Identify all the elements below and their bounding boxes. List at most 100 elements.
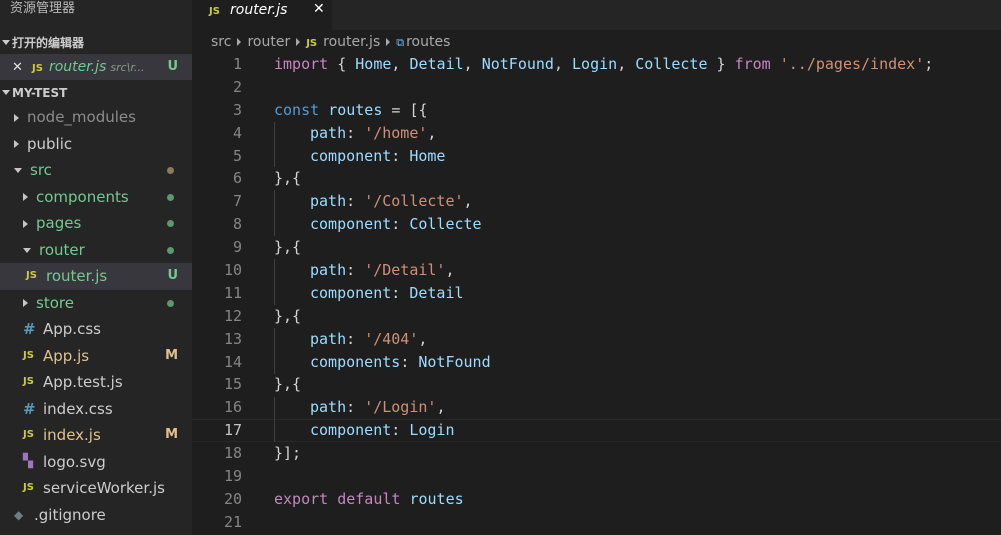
tree-item-app-test-js[interactable]: JS App.test.js — [0, 369, 192, 396]
tree-item-label: index.js — [43, 426, 101, 444]
code-editor[interactable]: 1 import { Home, Detail, NotFound, Login,… — [192, 53, 1001, 535]
project-name: MY-TEST — [12, 86, 68, 100]
code-line[interactable]: 16 path: '/Login', — [192, 396, 1001, 419]
line-number: 15 — [223, 375, 242, 394]
tree-item-label: App.test.js — [43, 373, 123, 391]
code-text: },{ — [274, 167, 301, 190]
code-token: '/Detail' — [364, 261, 446, 280]
tree-item-public[interactable]: public — [0, 131, 192, 158]
code-line[interactable]: 8 component: Collecte — [192, 213, 1001, 236]
tree-item-router-js[interactable]: JS router.js U — [0, 263, 192, 290]
symbol-variable-icon: ⧉ — [396, 36, 405, 49]
tree-item-app-css[interactable]: # App.css — [0, 316, 192, 343]
code-token: : — [391, 215, 410, 234]
code-token: , — [391, 55, 410, 73]
code-token: component — [310, 146, 392, 165]
code-line[interactable]: 7 path: '/Collecte', — [192, 190, 1001, 213]
breadcrumb-file[interactable]: router.js — [323, 34, 380, 50]
code-token: import — [274, 55, 329, 73]
code-text: component: Detail — [274, 282, 464, 305]
tab-close-icon[interactable]: ✕ — [313, 0, 325, 20]
js-file-icon: JS — [23, 429, 34, 441]
tree-item-pages[interactable]: pages — [0, 210, 192, 237]
tree-item-label: src — [30, 161, 52, 179]
code-token: export — [274, 489, 329, 508]
code-line[interactable]: 10 path: '/Detail', — [192, 259, 1001, 282]
code-text: const routes = [{ — [274, 99, 428, 122]
code-line[interactable]: 21 — [192, 511, 1001, 534]
line-number: 7 — [232, 192, 242, 211]
code-token: '/Collecte' — [364, 192, 464, 211]
line-number: 20 — [223, 489, 242, 508]
code-token: , — [463, 192, 473, 211]
code-line[interactable]: 14 components: NotFound — [192, 351, 1001, 374]
line-number: 9 — [232, 238, 242, 257]
tab-router-js[interactable]: JS router.js ✕ — [192, 0, 332, 30]
tree-item-label: logo.svg — [43, 452, 106, 471]
tree-item-logo-svg[interactable]: ▚ logo.svg — [0, 449, 192, 476]
code-token: },{ — [274, 306, 302, 325]
code-line[interactable]: 20 export default routes — [192, 488, 1001, 511]
code-line[interactable]: 2 — [192, 76, 1001, 99]
js-file-icon: JS — [209, 6, 220, 17]
code-token: : — [346, 398, 365, 417]
open-editors-header[interactable]: 打开的编辑器 — [0, 30, 192, 54]
code-token: , — [418, 329, 428, 348]
tree-item-index-js[interactable]: JS index.js M — [0, 422, 192, 449]
code-line[interactable]: 3 const routes = [{ — [192, 99, 1001, 122]
code-token: component — [310, 283, 392, 302]
tree-item-components[interactable]: components — [0, 184, 192, 211]
code-line[interactable]: 4 path: '/home', — [192, 122, 1001, 145]
code-token: },{ — [274, 375, 302, 394]
code-line[interactable]: 12},{ — [192, 305, 1001, 328]
breadcrumb-router[interactable]: router — [247, 34, 290, 50]
code-line[interactable]: 11 component: Detail — [192, 282, 1001, 305]
code-text: components: NotFound — [274, 351, 491, 374]
code-line[interactable]: 5 component: Home — [192, 145, 1001, 168]
indent-guide-line — [274, 121, 275, 168]
code-token: from — [734, 55, 771, 73]
tree-item-index-css[interactable]: # index.css — [0, 396, 192, 423]
code-token: path — [310, 398, 347, 417]
tree-item-gitignore[interactable]: ◆ .gitignore — [0, 502, 192, 529]
code-line[interactable]: 1 import { Home, Detail, NotFound, Login,… — [192, 53, 1001, 76]
chevron-right-icon — [386, 38, 391, 46]
modified-dot-icon — [167, 167, 174, 174]
code-text: component: Collecte — [274, 213, 482, 236]
line-number: 11 — [223, 283, 242, 302]
code-token: { — [328, 55, 356, 73]
js-file-icon: JS — [26, 270, 37, 282]
js-file-icon: JS — [23, 376, 34, 388]
code-text: path: '/Detail', — [274, 259, 455, 282]
code-token: , — [553, 55, 573, 73]
tree-item-app-js[interactable]: JS App.js M — [0, 343, 192, 370]
code-line[interactable]: 9},{ — [192, 236, 1001, 259]
line-number: 4 — [232, 123, 242, 142]
breadcrumb-src[interactable]: src — [211, 34, 231, 50]
css-file-icon: # — [23, 320, 36, 339]
tree-item-src[interactable]: src — [0, 157, 192, 184]
tree-item-label: store — [36, 293, 74, 312]
breadcrumb-symbol[interactable]: routes — [406, 34, 450, 50]
open-editor-item-router-js[interactable]: ✕ JS router.js src\r... U — [0, 54, 192, 80]
tree-item-store[interactable]: store — [0, 290, 192, 317]
indent-guide-line — [274, 327, 275, 374]
close-icon[interactable]: ✕ — [12, 55, 28, 81]
code-line[interactable]: 18}]; — [192, 442, 1001, 465]
code-token: '/Login' — [364, 398, 437, 417]
code-token: Collecte — [409, 215, 482, 234]
tree-item-serviceworker-js[interactable]: JS serviceWorker.js — [0, 475, 192, 502]
tree-item-router[interactable]: router — [0, 237, 192, 264]
tree-item-node-modules[interactable]: node_modules — [0, 104, 192, 131]
code-line[interactable]: 19 — [192, 465, 1001, 488]
code-token: , — [617, 55, 636, 73]
code-line[interactable]: 6},{ — [192, 167, 1001, 190]
code-line[interactable]: 15 },{ — [192, 373, 1001, 396]
tree-item-label: serviceWorker.js — [43, 479, 165, 497]
chevron-right-icon — [23, 193, 28, 201]
code-line[interactable]: 17 component: Login — [192, 419, 1001, 443]
code-line[interactable]: 13 path: '/404', — [192, 328, 1001, 351]
code-token: : — [346, 329, 365, 348]
project-header[interactable]: MY-TEST — [0, 80, 192, 104]
